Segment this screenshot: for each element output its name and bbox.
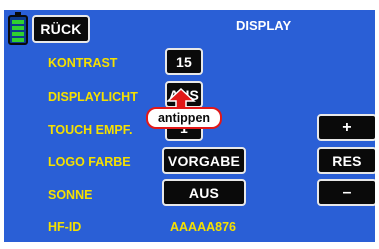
plus-button[interactable]: + [317,114,375,141]
label-kontrast: KONTRAST [48,56,118,70]
label-sonne: SONNE [48,188,93,202]
page-title: DISPLAY [236,18,292,33]
hf-id-value: AAAAA876 [170,220,236,234]
logo-farbe-value-button[interactable]: VORGABE [162,147,246,174]
label-displaylicht: DISPLAYLICHT [48,90,138,104]
battery-icon [8,12,28,45]
reset-button[interactable]: RES [317,147,375,174]
tap-hint-callout: antippen [146,107,222,129]
sonne-value-button[interactable]: AUS [162,179,246,206]
kontrast-value-button[interactable]: 15 [165,48,203,75]
screen: RÜCK DISPLAY KONTRAST DISPLAYLICHT TOUCH… [0,0,379,249]
label-touch-empf: TOUCH EMPF. [48,123,133,137]
label-hf-id: HF-ID [48,220,82,234]
minus-button[interactable]: – [317,179,375,206]
display-settings-panel: RÜCK DISPLAY KONTRAST DISPLAYLICHT TOUCH… [4,10,375,242]
back-button[interactable]: RÜCK [32,15,90,43]
label-logo-farbe: LOGO FARBE [48,155,131,169]
